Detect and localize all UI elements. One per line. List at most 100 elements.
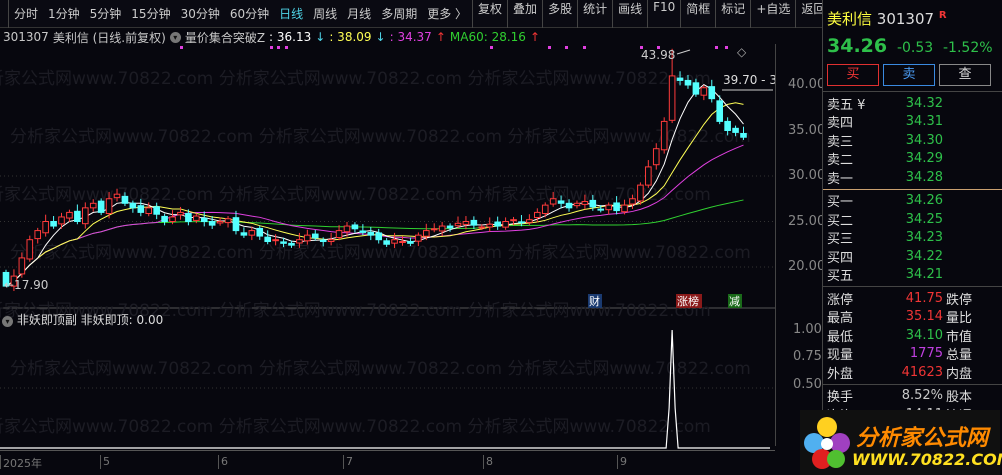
row-value: 34.29 — [905, 151, 943, 167]
candle-body — [161, 215, 168, 223]
logo-url: WWW.70822.COM — [852, 450, 1002, 469]
candle-body — [304, 234, 311, 242]
signal-dot — [657, 46, 660, 49]
candle-body — [613, 202, 620, 212]
indicator-value-1: : 36.13 — [269, 30, 312, 44]
candle-body — [716, 100, 724, 122]
tab-period[interactable]: 30分钟 — [176, 5, 225, 22]
candle-body — [470, 219, 478, 226]
candle-body — [391, 239, 398, 244]
candle-body — [660, 120, 668, 151]
candle-body — [50, 221, 57, 227]
price-chart[interactable]: 分析家公式网www.70822.com 分析家公式网www.70822.com … — [0, 44, 775, 450]
candle-body — [82, 207, 89, 225]
tab-period[interactable]: 15分钟 — [126, 5, 175, 22]
row-label: 涨停 — [827, 292, 854, 308]
month-tick: 2025年 — [0, 455, 42, 470]
row-label-right: 市值 — [946, 329, 973, 345]
candle-body — [97, 200, 105, 213]
toolbar-button[interactable]: 标记 — [716, 0, 750, 28]
diamond-icon: ◇ — [737, 45, 747, 59]
candle-body — [399, 241, 406, 244]
tab-period[interactable]: 更多 〉 — [422, 5, 472, 22]
buy-button[interactable]: 买 — [827, 64, 879, 86]
candle-body — [573, 202, 581, 207]
tab-period[interactable]: 1分钟 — [43, 5, 85, 22]
signal-dot — [270, 46, 273, 49]
toolbar-button[interactable]: +自选 — [751, 0, 795, 28]
dropdown-icon[interactable]: ▾ — [2, 316, 13, 327]
row-label-right: 跌停 — [946, 292, 973, 308]
toolbar-button[interactable]: 复权 — [473, 0, 507, 28]
tab-period[interactable]: 5分钟 — [85, 5, 127, 22]
candle-body — [407, 241, 414, 244]
candle-body — [177, 211, 184, 216]
candle-body — [343, 225, 351, 233]
query-button[interactable]: 查 — [939, 64, 991, 86]
row-value: 34.31 — [905, 114, 943, 130]
row-label: 最高 — [827, 311, 854, 327]
candle-body — [708, 86, 716, 100]
candle-body — [145, 207, 153, 214]
toolbar-button[interactable]: 叠加 — [508, 0, 542, 28]
row-value: 41.75 — [905, 290, 943, 306]
watermark-text: 分析家公式网www.70822.com 分析家公式网www.70822.com … — [10, 127, 751, 147]
sub-indicator-name[interactable]: 非妖即顶副 — [17, 313, 77, 327]
candle-body — [383, 240, 390, 245]
flag-badge: R — [938, 10, 947, 21]
candle-body — [652, 148, 660, 166]
toolbar-button[interactable]: 简框 — [681, 0, 715, 28]
candle-body — [502, 221, 509, 228]
candle-body — [668, 75, 676, 121]
range-annotation: 39.70 - 3 — [723, 73, 775, 87]
tab-period[interactable]: 月线 — [342, 5, 376, 22]
tool-buttons: 复权 叠加 多股 统计 画线 F10 简框 标记 +自选 返回 — [472, 0, 830, 28]
candle-body — [629, 198, 636, 205]
row-value: 34.21 — [905, 267, 943, 283]
candle-body — [486, 223, 494, 228]
ma20-line — [5, 144, 744, 287]
watermark-text: 分析家公式网www.70822.com 分析家公式网www.70822.com … — [0, 69, 711, 89]
indicator-name[interactable]: 量价集合突破Z — [185, 29, 265, 46]
tab-period[interactable]: 分时 — [9, 5, 43, 22]
candle-body — [208, 221, 216, 226]
axis-divider — [775, 44, 776, 446]
tab-period[interactable]: 多周期 — [376, 5, 422, 22]
flower-logo-icon — [804, 417, 850, 469]
candle-body — [494, 221, 501, 227]
quote-row: 现量 1775 总量 — [823, 345, 1002, 364]
row-label-right: 股本 — [946, 390, 973, 406]
candle-body — [621, 204, 628, 213]
candle-body — [692, 82, 700, 95]
sell-button[interactable]: 卖 — [883, 64, 935, 86]
quote-row: 买三 34.23 — [823, 229, 1002, 247]
dropdown-icon[interactable]: ▾ — [169, 31, 181, 43]
candle-body — [18, 257, 26, 275]
row-label-right: 总量 — [946, 348, 973, 364]
tab-period[interactable]: 周线 — [308, 5, 342, 22]
signal-dot — [548, 46, 551, 49]
candle-body — [137, 205, 145, 213]
row-value: 34.28 — [905, 169, 943, 185]
candle-body — [169, 216, 176, 222]
candle-body — [526, 219, 533, 223]
tab-period[interactable]: 日线 — [274, 5, 308, 22]
row-value: 34.10 — [905, 327, 943, 343]
toolbar-button[interactable]: 统计 — [578, 0, 612, 28]
candle-body — [684, 79, 692, 86]
toolbar-button[interactable]: 画线 — [613, 0, 647, 28]
candle-body — [66, 211, 73, 219]
candle-body — [89, 202, 97, 209]
candle-body — [351, 224, 359, 230]
month-tick: 7 — [343, 455, 353, 469]
row-label: 买五 — [827, 269, 854, 285]
row-value: 34.23 — [905, 230, 943, 246]
row-value: 34.22 — [905, 248, 943, 264]
quote-row: 最低 34.10 市值 — [823, 326, 1002, 345]
toolbar-button[interactable]: F10 — [648, 0, 680, 28]
candle-body — [367, 231, 375, 236]
row-label: 卖四 — [827, 116, 854, 132]
tab-period[interactable]: 60分钟 — [225, 5, 274, 22]
toolbar-button[interactable]: 多股 — [543, 0, 577, 28]
candle-body — [732, 127, 739, 133]
